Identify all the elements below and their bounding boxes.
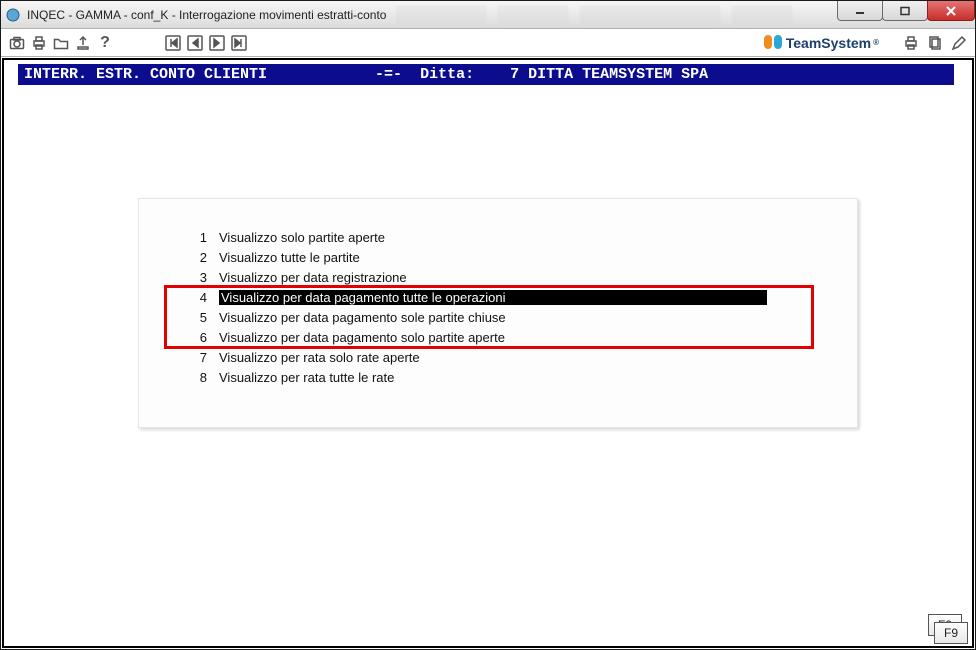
- brand-text: TeamSystem: [786, 35, 871, 51]
- close-button[interactable]: [927, 1, 975, 21]
- options-panel: 1Visualizzo solo partite aperte2Visualiz…: [138, 198, 858, 428]
- option-label: Visualizzo per rata solo rate aperte: [219, 350, 827, 365]
- option-number: 6: [169, 330, 219, 345]
- option-row[interactable]: 1Visualizzo solo partite aperte: [169, 227, 827, 247]
- brand: TeamSystem®: [764, 34, 879, 52]
- background-tabs-blur: [396, 5, 838, 25]
- f9-button-outer[interactable]: F9: [934, 622, 968, 644]
- folder-icon[interactable]: [53, 35, 69, 51]
- print-icon[interactable]: [31, 35, 47, 51]
- option-row[interactable]: 8Visualizzo per rata tutte le rate: [169, 367, 827, 387]
- next-icon[interactable]: [209, 35, 225, 51]
- option-row[interactable]: 4Visualizzo per data pagamento tutte le …: [169, 287, 827, 307]
- first-icon[interactable]: [165, 35, 181, 51]
- option-row[interactable]: 6Visualizzo per data pagamento solo part…: [169, 327, 827, 347]
- header-strip: INTERR. ESTR. CONTO CLIENTI -=- Ditta: 7…: [18, 64, 954, 85]
- window-title: INQEC - GAMMA - conf_K - Interrogazione …: [27, 8, 396, 22]
- option-label: Visualizzo solo partite aperte: [219, 230, 827, 245]
- option-number: 7: [169, 350, 219, 365]
- option-label: Visualizzo per data registrazione: [219, 270, 827, 285]
- option-number: 8: [169, 370, 219, 385]
- minimize-button[interactable]: [837, 1, 883, 21]
- option-label: Visualizzo per data pagamento solo parti…: [219, 330, 827, 345]
- copy-icon[interactable]: [927, 35, 943, 51]
- prev-icon[interactable]: [187, 35, 203, 51]
- option-label: Visualizzo per data pagamento tutte le o…: [219, 290, 767, 305]
- camera-icon[interactable]: [9, 35, 25, 51]
- upload-icon[interactable]: [75, 35, 91, 51]
- option-label: Visualizzo per rata tutte le rate: [219, 370, 827, 385]
- last-icon[interactable]: [231, 35, 247, 51]
- print-right-icon[interactable]: [903, 35, 919, 51]
- option-number: 1: [169, 230, 219, 245]
- option-label: Visualizzo tutte le partite: [219, 250, 827, 265]
- option-number: 3: [169, 270, 219, 285]
- option-row[interactable]: 5Visualizzo per data pagamento sole part…: [169, 307, 827, 327]
- toolbar: ? TeamSystem®: [1, 29, 975, 57]
- option-number: 2: [169, 250, 219, 265]
- option-label: Visualizzo per data pagamento sole parti…: [219, 310, 827, 325]
- options-list: 1Visualizzo solo partite aperte2Visualiz…: [169, 227, 827, 387]
- maximize-button[interactable]: [882, 1, 928, 21]
- window-buttons: [838, 1, 975, 28]
- option-row[interactable]: 3Visualizzo per data registrazione: [169, 267, 827, 287]
- brand-reg: ®: [873, 38, 879, 47]
- option-number: 4: [169, 290, 219, 305]
- app-body: INTERR. ESTR. CONTO CLIENTI -=- Ditta: 7…: [2, 58, 974, 648]
- option-row[interactable]: 2Visualizzo tutte le partite: [169, 247, 827, 267]
- app-window: INQEC - GAMMA - conf_K - Interrogazione …: [0, 0, 976, 650]
- help-icon[interactable]: ?: [97, 35, 113, 51]
- edit-icon[interactable]: [951, 35, 967, 51]
- option-number: 5: [169, 310, 219, 325]
- brand-icon: [764, 34, 782, 52]
- app-icon: [5, 7, 21, 23]
- titlebar: INQEC - GAMMA - conf_K - Interrogazione …: [1, 1, 975, 29]
- option-row[interactable]: 7Visualizzo per rata solo rate aperte: [169, 347, 827, 367]
